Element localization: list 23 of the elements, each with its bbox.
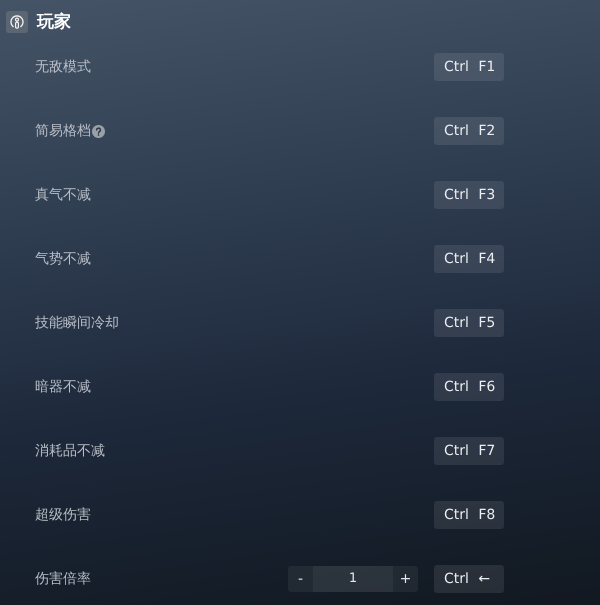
- option-label: 技能瞬间冷却: [35, 314, 119, 332]
- option-label: 无敌模式: [35, 58, 91, 76]
- hotkey-button[interactable]: Ctrl ←: [434, 565, 504, 593]
- increment-button[interactable]: +: [393, 566, 418, 592]
- decrement-button[interactable]: -: [288, 566, 313, 592]
- option-label: 气势不减: [35, 250, 91, 268]
- hotkey-button[interactable]: Ctrl F6: [434, 373, 504, 401]
- option-label: 真气不减: [35, 186, 91, 204]
- value-field[interactable]: 1: [313, 566, 393, 592]
- option-label: 伤害倍率: [35, 570, 91, 588]
- hotkey-button[interactable]: Ctrl F5: [434, 309, 504, 337]
- hotkey-button[interactable]: Ctrl F1: [434, 53, 504, 81]
- section-title: 玩家: [37, 11, 71, 33]
- help-icon[interactable]: [92, 124, 105, 138]
- hotkey-button[interactable]: Ctrl F8: [434, 501, 504, 529]
- option-label: 暗器不减: [35, 378, 91, 396]
- option-label: 简易格档: [35, 122, 91, 140]
- hotkey-button[interactable]: Ctrl F2: [434, 117, 504, 145]
- hotkey-button[interactable]: Ctrl F7: [434, 437, 504, 465]
- hotkey-button[interactable]: Ctrl F3: [434, 181, 504, 209]
- option-label: 超级伤害: [35, 506, 91, 524]
- hotkey-button[interactable]: Ctrl F4: [434, 245, 504, 273]
- option-label: 消耗品不减: [35, 442, 105, 460]
